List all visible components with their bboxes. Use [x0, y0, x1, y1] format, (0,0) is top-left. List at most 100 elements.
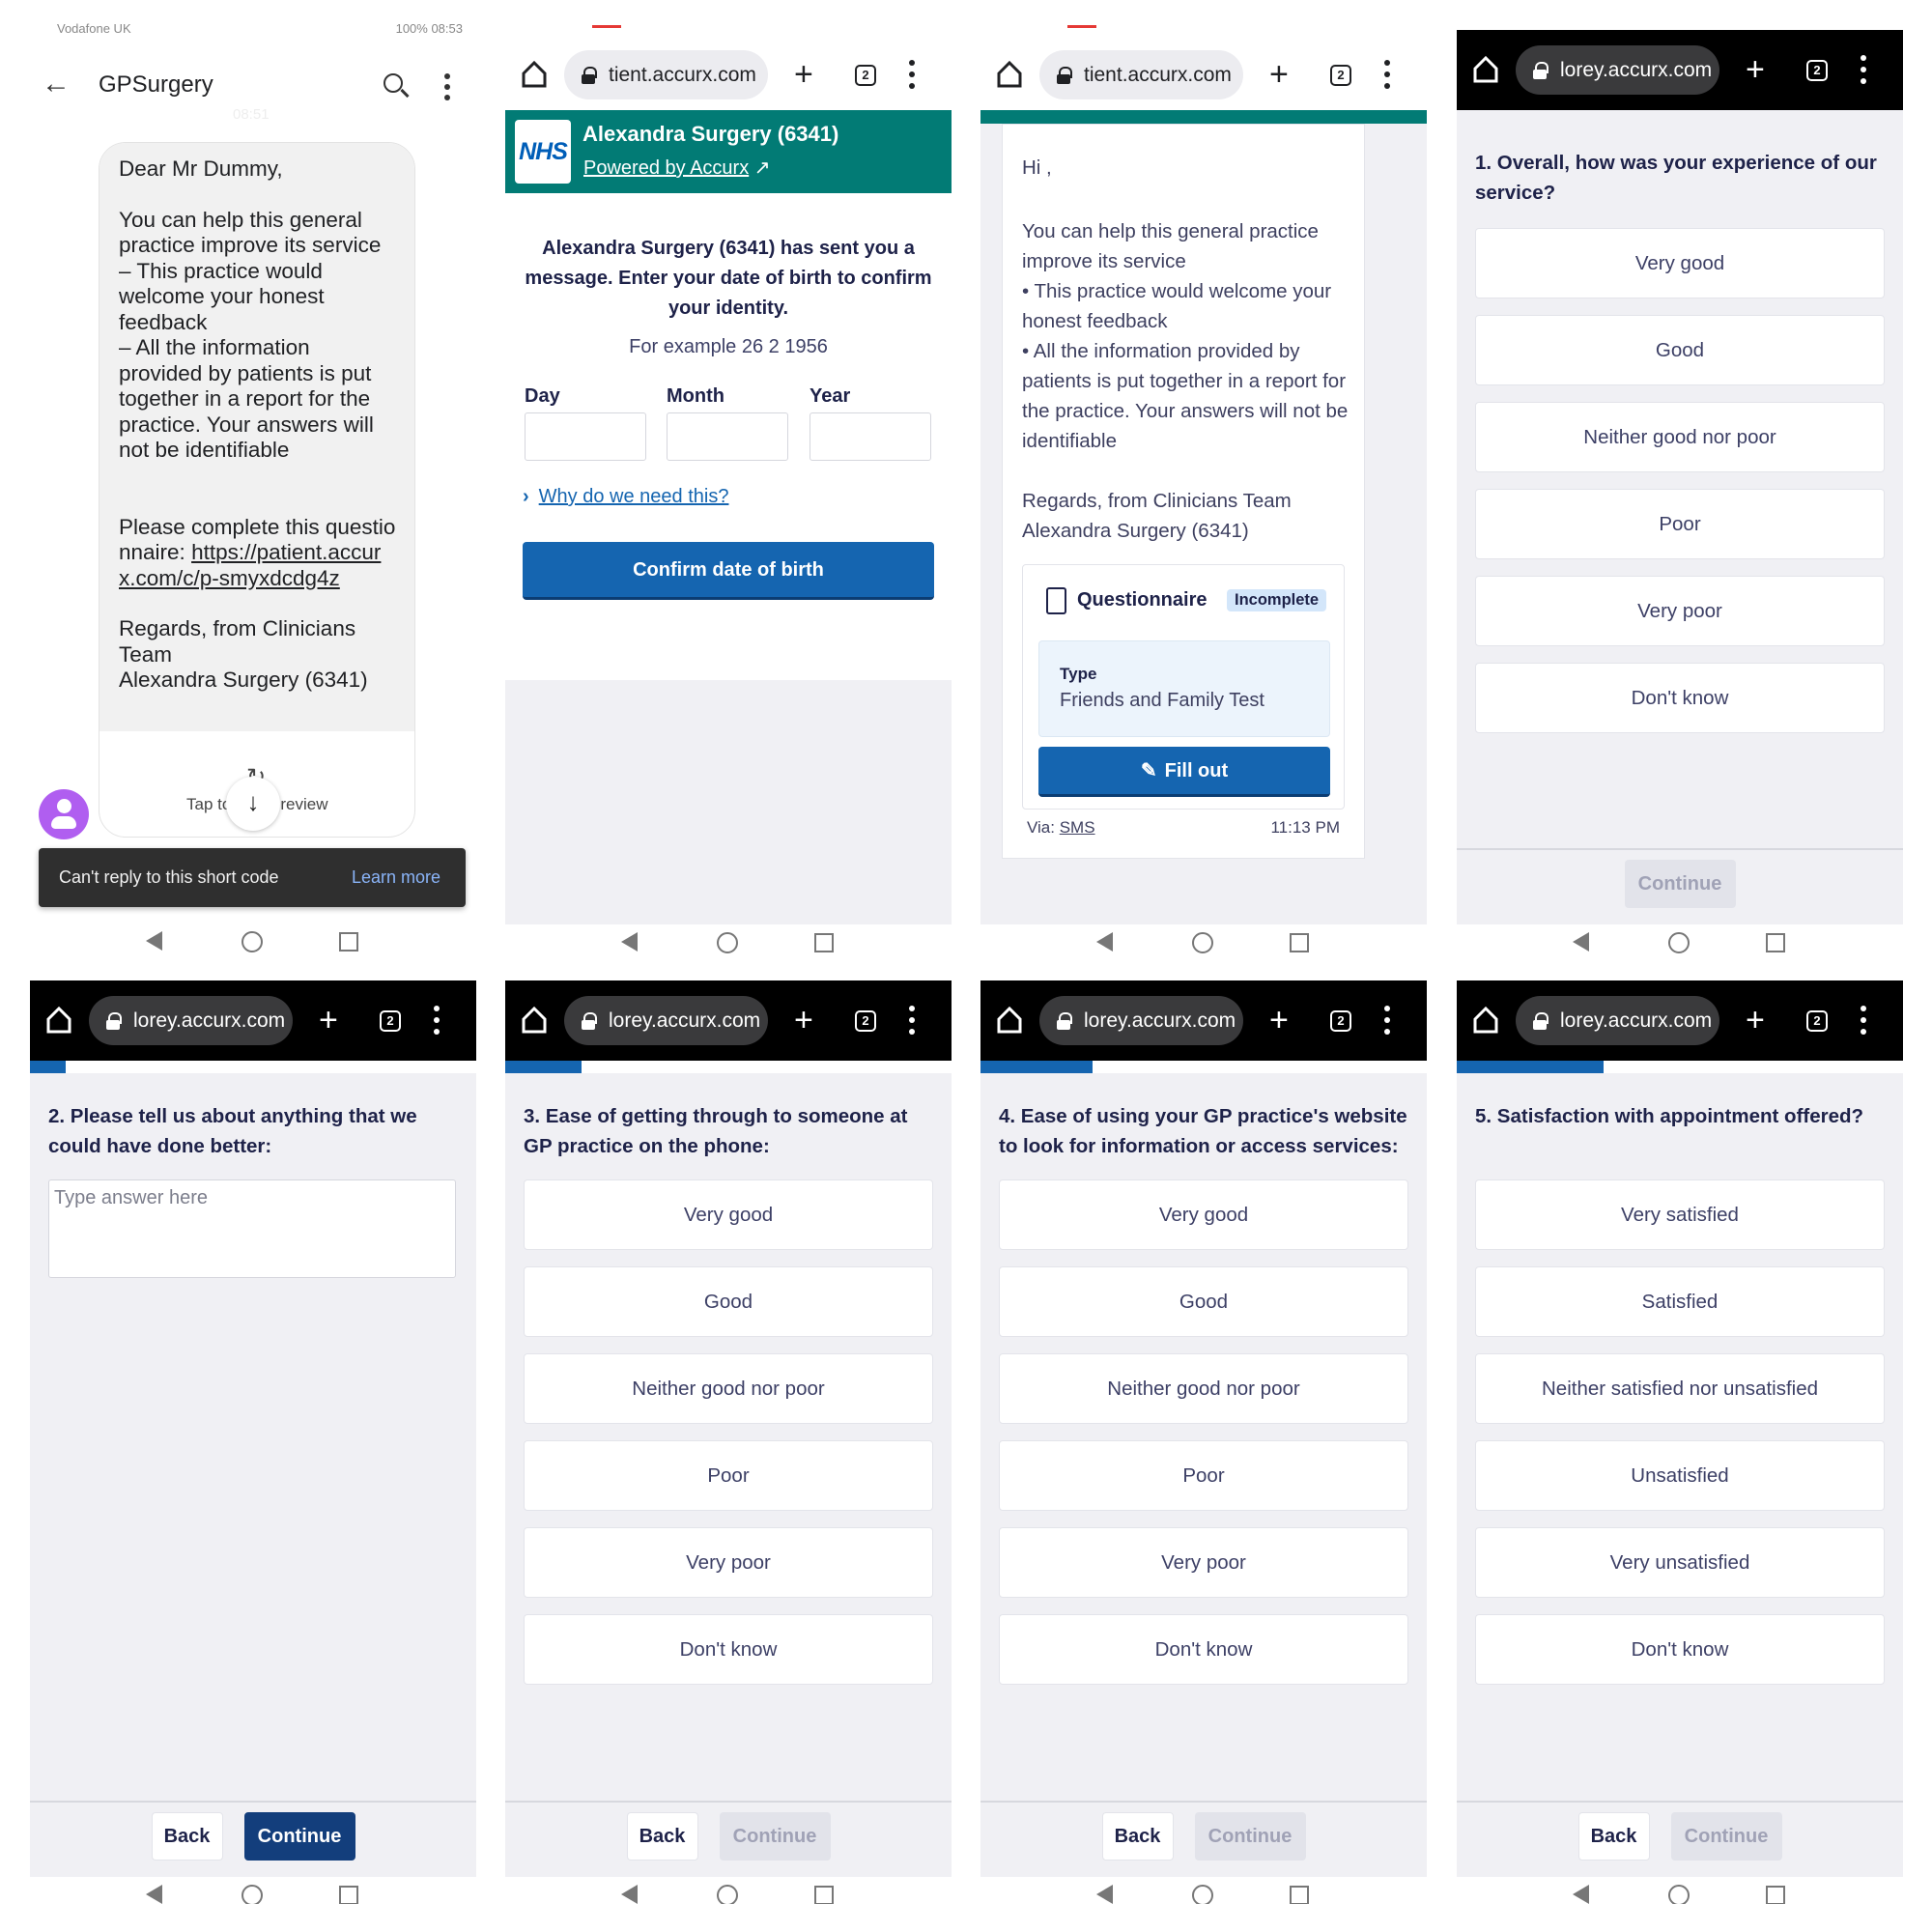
continue-button[interactable]: Continue	[1624, 860, 1736, 908]
nav-home-icon[interactable]	[717, 1885, 738, 1904]
nav-recents-icon[interactable]	[339, 1886, 358, 1904]
more-options-icon[interactable]	[444, 73, 450, 100]
back-button[interactable]: Back	[151, 1812, 223, 1861]
answer-option[interactable]: Very unsatisfied	[1475, 1527, 1885, 1598]
nav-home-icon[interactable]	[242, 931, 263, 952]
nav-back-icon[interactable]	[621, 932, 638, 952]
answer-option[interactable]: Don't know	[1475, 663, 1885, 733]
tab-switcher-icon[interactable]: 2	[1330, 65, 1351, 86]
answer-option[interactable]: Very good	[1475, 228, 1885, 298]
tab-switcher-icon[interactable]: 2	[1806, 1010, 1828, 1032]
why-link-text[interactable]: Why do we need this?	[539, 486, 729, 507]
nav-back-icon[interactable]	[1096, 1885, 1113, 1904]
scroll-down-button[interactable]: ↓	[226, 777, 280, 831]
browser-menu-icon[interactable]	[909, 1006, 915, 1035]
nav-recents-icon[interactable]	[814, 933, 834, 952]
browser-menu-icon[interactable]	[1384, 60, 1390, 89]
nav-recents-icon[interactable]	[1766, 933, 1785, 952]
answer-option[interactable]: Good	[1475, 315, 1885, 385]
nav-home-icon[interactable]	[1192, 932, 1213, 953]
new-tab-icon[interactable]: +	[1746, 53, 1765, 86]
back-arrow-icon[interactable]: ←	[42, 68, 71, 100]
url-bar[interactable]: lorey.accurx.com	[1516, 45, 1719, 95]
url-bar[interactable]: tient.accurx.com	[564, 50, 768, 99]
nav-recents-icon[interactable]	[1290, 1886, 1309, 1904]
home-icon[interactable]	[1472, 55, 1499, 84]
answer-option[interactable]: Don't know	[524, 1614, 933, 1685]
new-tab-icon[interactable]: +	[1746, 1004, 1765, 1037]
home-icon[interactable]	[45, 1006, 72, 1035]
answer-option[interactable]: Neither good nor poor	[999, 1353, 1408, 1424]
answer-option[interactable]: Very good	[999, 1179, 1408, 1250]
sender-avatar[interactable]	[39, 789, 89, 839]
fill-out-button[interactable]: ✎ Fill out	[1038, 747, 1330, 797]
nav-recents-icon[interactable]	[1290, 933, 1309, 952]
new-tab-icon[interactable]: +	[1269, 58, 1289, 91]
nav-home-icon[interactable]	[1668, 932, 1690, 953]
answer-option[interactable]: Don't know	[1475, 1614, 1885, 1685]
url-bar[interactable]: lorey.accurx.com	[1039, 996, 1243, 1045]
answer-option[interactable]: Neither good nor poor	[1475, 402, 1885, 472]
confirm-dob-button[interactable]: Confirm date of birth	[523, 542, 934, 600]
nav-recents-icon[interactable]	[1766, 1886, 1785, 1904]
answer-option[interactable]: Very poor	[1475, 576, 1885, 646]
nav-back-icon[interactable]	[1096, 932, 1113, 952]
nav-recents-icon[interactable]	[339, 932, 358, 952]
answer-option[interactable]: Very poor	[999, 1527, 1408, 1598]
answer-textarea[interactable]	[48, 1179, 456, 1278]
tab-switcher-icon[interactable]: 2	[1806, 60, 1828, 81]
answer-option[interactable]: Very poor	[524, 1527, 933, 1598]
nav-back-icon[interactable]	[1573, 932, 1589, 952]
tab-switcher-icon[interactable]: 2	[855, 1010, 876, 1032]
answer-option[interactable]: Don't know	[999, 1614, 1408, 1685]
answer-option[interactable]: Good	[524, 1266, 933, 1337]
answer-option[interactable]: Very good	[524, 1179, 933, 1250]
answer-option[interactable]: Neither good nor poor	[524, 1353, 933, 1424]
home-icon[interactable]	[521, 1006, 548, 1035]
nav-home-icon[interactable]	[242, 1885, 263, 1904]
back-button[interactable]: Back	[1101, 1812, 1174, 1861]
answer-option[interactable]: Poor	[524, 1440, 933, 1511]
nav-home-icon[interactable]	[717, 932, 738, 953]
home-icon[interactable]	[996, 60, 1023, 89]
home-icon[interactable]	[996, 1006, 1023, 1035]
nav-recents-icon[interactable]	[814, 1886, 834, 1904]
year-input[interactable]	[810, 412, 931, 461]
learn-more-link[interactable]: Learn more	[352, 867, 440, 888]
tab-switcher-icon[interactable]: 2	[380, 1010, 401, 1032]
back-button[interactable]: Back	[1577, 1812, 1650, 1861]
day-input[interactable]	[525, 412, 646, 461]
browser-menu-icon[interactable]	[1861, 1006, 1866, 1035]
answer-option[interactable]: Poor	[999, 1440, 1408, 1511]
continue-button[interactable]: Continue	[243, 1812, 355, 1861]
back-button[interactable]: Back	[626, 1812, 698, 1861]
tab-switcher-icon[interactable]: 2	[1330, 1010, 1351, 1032]
url-bar[interactable]: lorey.accurx.com	[564, 996, 768, 1045]
why-we-need-this-toggle[interactable]: › Why do we need this?	[523, 486, 728, 508]
powered-by-text[interactable]: Powered by Accurx	[583, 157, 749, 179]
answer-option[interactable]: Satisfied	[1475, 1266, 1885, 1337]
nav-home-icon[interactable]	[1668, 1885, 1690, 1904]
answer-option[interactable]: Very satisfied	[1475, 1179, 1885, 1250]
powered-by-link[interactable]: Powered by Accurx ↗	[583, 156, 771, 180]
answer-option[interactable]: Unsatisfied	[1475, 1440, 1885, 1511]
nav-back-icon[interactable]	[146, 931, 162, 951]
new-tab-icon[interactable]: +	[794, 1004, 813, 1037]
nav-back-icon[interactable]	[621, 1885, 638, 1904]
new-tab-icon[interactable]: +	[1269, 1004, 1289, 1037]
browser-menu-icon[interactable]	[1384, 1006, 1390, 1035]
home-icon[interactable]	[521, 60, 548, 89]
nav-back-icon[interactable]	[1573, 1885, 1589, 1904]
continue-button[interactable]: Continue	[719, 1812, 831, 1861]
url-bar[interactable]: lorey.accurx.com	[1516, 996, 1719, 1045]
tab-switcher-icon[interactable]: 2	[855, 65, 876, 86]
new-tab-icon[interactable]: +	[794, 58, 813, 91]
answer-option[interactable]: Good	[999, 1266, 1408, 1337]
browser-menu-icon[interactable]	[434, 1006, 440, 1035]
new-tab-icon[interactable]: +	[319, 1004, 338, 1037]
continue-button[interactable]: Continue	[1194, 1812, 1306, 1861]
home-icon[interactable]	[1472, 1006, 1499, 1035]
answer-option[interactable]: Neither satisfied nor unsatisfied	[1475, 1353, 1885, 1424]
url-bar[interactable]: tient.accurx.com	[1039, 50, 1243, 99]
url-bar[interactable]: lorey.accurx.com	[89, 996, 293, 1045]
